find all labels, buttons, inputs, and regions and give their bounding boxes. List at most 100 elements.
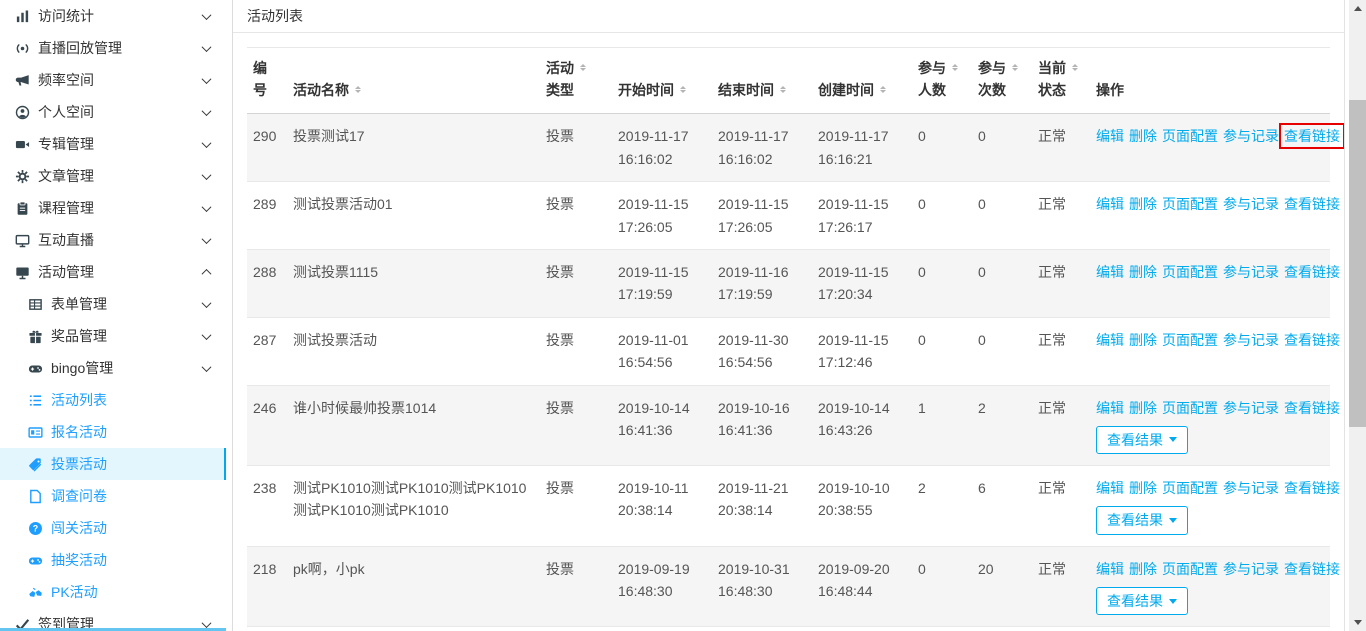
sidebar-item-interactive-live[interactable]: 互动直播 — [0, 224, 226, 256]
question-circle-icon: ? — [27, 520, 43, 536]
cell-type: 投票 — [540, 114, 612, 182]
op-page-config-link[interactable]: 页面配置 — [1162, 196, 1218, 212]
sidebar-item-course-management[interactable]: 课程管理 — [0, 192, 226, 224]
sidebar-item-survey-questionnaire[interactable]: 调查问卷 — [0, 480, 226, 512]
view-results-button[interactable]: 查看结果 — [1096, 506, 1188, 534]
cell-created: 2019-11-15 17:12:46 — [812, 317, 912, 385]
op-delete-link[interactable]: 删除 — [1129, 332, 1157, 348]
op-page-config-link[interactable]: 页面配置 — [1162, 561, 1218, 577]
cell-end: 2019-11-15 17:26:05 — [712, 182, 812, 250]
sort-icon[interactable] — [354, 83, 362, 96]
op-delete-link[interactable]: 删除 — [1129, 128, 1157, 144]
sidebar-item-live-replay[interactable]: 直播回放管理 — [0, 32, 226, 64]
sidebar-item-label: 投票活动 — [51, 454, 224, 474]
cell-type: 投票 — [540, 317, 612, 385]
cell-participants: 0 — [912, 546, 972, 627]
sidebar-item-voting-activity[interactable]: 投票活动 — [0, 448, 226, 480]
view-results-button[interactable]: 查看结果 — [1096, 426, 1188, 454]
sidebar-item-visit-stats[interactable]: 访问统计 — [0, 0, 226, 32]
sidebar-item-article-management[interactable]: 文章管理 — [0, 160, 226, 192]
column-header-name[interactable]: 活动名称 — [287, 48, 540, 114]
op-delete-link[interactable]: 删除 — [1129, 561, 1157, 577]
op-edit-link[interactable]: 编辑 — [1096, 400, 1124, 416]
sidebar-item-label: 活动管理 — [38, 262, 203, 282]
op-view-link-link[interactable]: 查看链接 — [1284, 196, 1340, 212]
op-view-link-link[interactable]: 查看链接 — [1284, 561, 1340, 577]
monitor-outline-icon — [14, 232, 30, 248]
op-participation-record-link[interactable]: 参与记录 — [1223, 196, 1279, 212]
sidebar-item-form-management[interactable]: 表单管理 — [0, 288, 226, 320]
sidebar-item-prize-management[interactable]: 奖品管理 — [0, 320, 226, 352]
op-page-config-link[interactable]: 页面配置 — [1162, 400, 1218, 416]
gift-icon — [27, 328, 43, 344]
list-icon — [27, 392, 43, 408]
column-header-end[interactable]: 结束时间 — [712, 48, 812, 114]
op-participation-record-link[interactable]: 参与记录 — [1223, 561, 1279, 577]
column-header-type[interactable]: 活动类型 — [540, 48, 612, 114]
scrollbar-up-arrow[interactable] — [1349, 0, 1366, 17]
op-delete-link[interactable]: 删除 — [1129, 264, 1157, 280]
op-participation-record-link[interactable]: 参与记录 — [1223, 128, 1279, 144]
op-page-config-link[interactable]: 页面配置 — [1162, 480, 1218, 496]
op-participation-record-link[interactable]: 参与记录 — [1223, 400, 1279, 416]
page-header: 活动列表 — [233, 0, 1344, 33]
sort-icon[interactable] — [579, 61, 587, 74]
column-header-participants[interactable]: 参与人数 — [912, 48, 972, 114]
sidebar-item-pk-activity[interactable]: PK活动 — [0, 576, 226, 608]
table-row: 218pk啊，小pk投票2019-09-19 16:48:302019-10-3… — [247, 546, 1330, 627]
op-view-link-link-annotated[interactable]: 查看链接 — [1284, 128, 1340, 144]
operation-links: 编辑删除页面配置参与记录查看链接 — [1096, 329, 1324, 351]
op-page-config-link[interactable]: 页面配置 — [1162, 264, 1218, 280]
sidebar-item-personal-space[interactable]: 个人空间 — [0, 96, 226, 128]
sort-icon[interactable] — [779, 83, 787, 96]
sort-icon[interactable] — [679, 83, 687, 96]
op-participation-record-link[interactable]: 参与记录 — [1223, 480, 1279, 496]
op-participation-record-link[interactable]: 参与记录 — [1223, 332, 1279, 348]
sort-icon[interactable] — [1011, 61, 1019, 74]
sidebar-item-bingo-management[interactable]: bingo管理 — [0, 352, 226, 384]
scrollbar-down-arrow[interactable] — [1349, 614, 1366, 631]
op-delete-link[interactable]: 删除 — [1129, 400, 1157, 416]
op-page-config-link[interactable]: 页面配置 — [1162, 128, 1218, 144]
content-area: 编号活动名称活动类型开始时间结束时间创建时间参与人数参与次数当前状态操作 290… — [233, 33, 1344, 631]
op-edit-link[interactable]: 编辑 — [1096, 264, 1124, 280]
sidebar-item-album-management[interactable]: 专辑管理 — [0, 128, 226, 160]
sidebar-item-channel-space[interactable]: 频率空间 — [0, 64, 226, 96]
sort-icon[interactable] — [1071, 61, 1079, 74]
column-header-status[interactable]: 当前状态 — [1032, 48, 1090, 114]
op-view-link-link[interactable]: 查看链接 — [1284, 480, 1340, 496]
view-results-button[interactable]: 查看结果 — [1096, 587, 1188, 615]
sidebar-item-label: 调查问卷 — [51, 486, 226, 506]
sidebar-item-lottery-activity[interactable]: 抽奖活动 — [0, 544, 226, 576]
op-edit-link[interactable]: 编辑 — [1096, 332, 1124, 348]
sidebar-item-activity-list[interactable]: 活动列表 — [0, 384, 226, 416]
op-participation-record-link[interactable]: 参与记录 — [1223, 264, 1279, 280]
sort-icon[interactable] — [951, 61, 959, 74]
op-page-config-link[interactable]: 页面配置 — [1162, 332, 1218, 348]
table-row: 290投票测试17投票2019-11-17 16:16:022019-11-17… — [247, 114, 1330, 182]
vertical-scrollbar[interactable] — [1349, 0, 1366, 631]
op-view-link-link[interactable]: 查看链接 — [1284, 400, 1340, 416]
op-edit-link[interactable]: 编辑 — [1096, 561, 1124, 577]
column-header-created[interactable]: 创建时间 — [812, 48, 912, 114]
sort-icon[interactable] — [879, 83, 887, 96]
column-header-label: 开始时间 — [618, 82, 674, 98]
column-header-start[interactable]: 开始时间 — [612, 48, 712, 114]
op-delete-link[interactable]: 删除 — [1129, 196, 1157, 212]
cell-start: 2019-09-19 16:48:30 — [612, 546, 712, 627]
op-view-link-link[interactable]: 查看链接 — [1284, 332, 1340, 348]
op-edit-link[interactable]: 编辑 — [1096, 128, 1124, 144]
chevron-down-icon — [202, 202, 212, 212]
scrollbar-thumb[interactable] — [1349, 100, 1366, 427]
caret-down-icon — [1169, 518, 1177, 523]
op-view-link-link[interactable]: 查看链接 — [1284, 264, 1340, 280]
op-edit-link[interactable]: 编辑 — [1096, 480, 1124, 496]
op-delete-link[interactable]: 删除 — [1129, 480, 1157, 496]
column-header-times[interactable]: 参与次数 — [972, 48, 1032, 114]
cell-created: 2019-10-14 16:43:26 — [812, 385, 912, 466]
sidebar-item-registration-activity[interactable]: 报名活动 — [0, 416, 226, 448]
op-edit-link[interactable]: 编辑 — [1096, 196, 1124, 212]
sidebar-item-challenge-activity[interactable]: ?闯关活动 — [0, 512, 226, 544]
cell-end: 2019-11-30 16:54:56 — [712, 317, 812, 385]
sidebar-item-activity-management[interactable]: 活动管理 — [0, 256, 226, 288]
